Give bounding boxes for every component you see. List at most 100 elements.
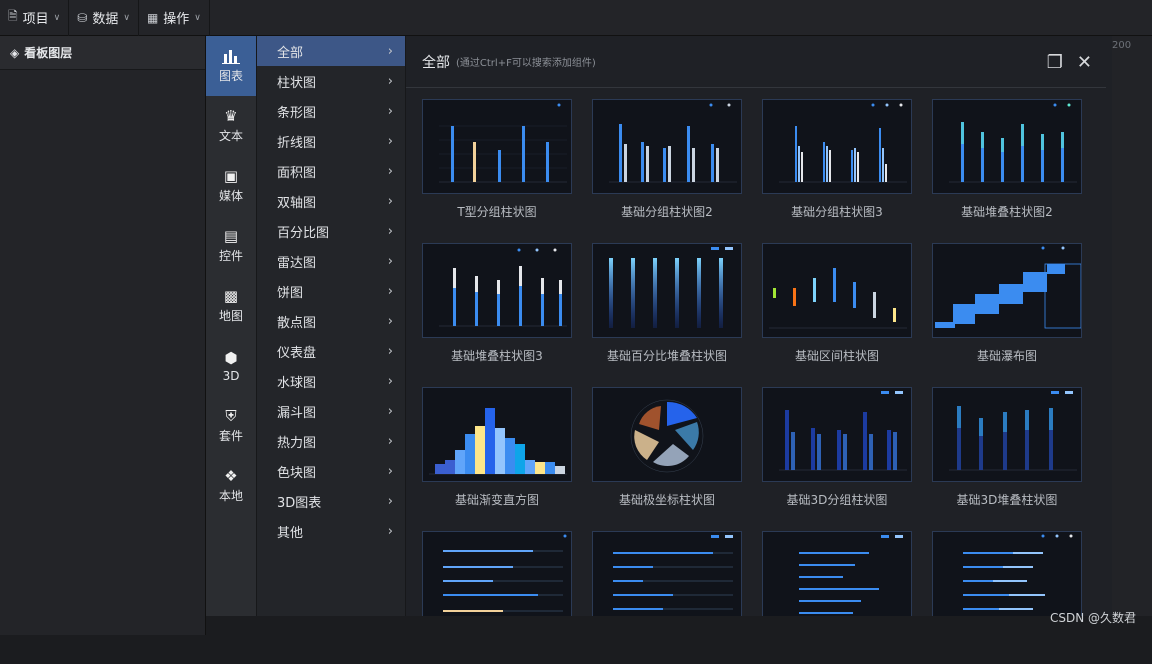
component-card[interactable]: 基础分组柱状图2 [592,99,742,232]
category-media[interactable]: ▣ 媒体 [206,156,256,216]
subcategory-bar[interactable]: 条形图 › [257,96,405,126]
bar-chart-icon [222,50,240,64]
chevron-right-icon: › [387,313,393,329]
category-suite[interactable]: ⛨ 套件 [206,396,256,456]
category-3d[interactable]: ⬢ 3D [206,336,256,396]
chevron-down-icon: ∨ [53,12,61,23]
chevron-down-icon: ∨ [123,12,130,23]
chart-thumbnail [592,531,742,626]
chevron-right-icon: › [387,133,393,149]
component-label: 基础极坐标柱状图 [618,493,715,507]
subcategory-color-block[interactable]: 色块图 › [257,456,405,486]
component-label: 基础瀑布图 [976,349,1037,363]
subcategory-funnel[interactable]: 漏斗图 › [257,396,405,426]
chart-thumbnail [422,531,572,626]
category-controls[interactable]: ▤ 控件 [206,216,256,276]
chart-thumbnail [592,243,742,338]
layers-header[interactable]: ◈ 看板图层 [0,36,205,70]
subcategory-line[interactable]: 折线图 › [257,126,405,156]
component-label: 基础3D分组柱状图 [786,493,888,507]
chart-thumbnail [422,243,572,338]
component-card[interactable]: 基础3D分组柱状图 [762,387,912,520]
component-label: 基础区间柱状图 [794,349,879,363]
menu-project[interactable]: 🗎 项目 ∨ [0,0,70,36]
chevron-right-icon: › [387,163,393,179]
component-label: 基础百分比堆叠柱状图 [606,349,727,363]
component-gallery-panel: 全部 (通过Ctrl+F可以搜索添加组件) ❐ ✕ T型分组柱状图 基础分组柱状… [406,36,1112,626]
chevron-right-icon: › [387,73,393,89]
component-card[interactable] [762,531,912,664]
subcategory-heatmap[interactable]: 热力图 › [257,426,405,456]
panel-title: 全部 [422,54,450,71]
menu-operation[interactable]: ▦ 操作 ∨ [139,0,210,36]
chevron-right-icon: › [387,103,393,119]
subcategory-scatter[interactable]: 散点图 › [257,306,405,336]
copy-icon[interactable]: ❐ [1047,52,1063,73]
ruler-label: 200 [1112,40,1132,51]
component-card[interactable]: 基础极坐标柱状图 [592,387,742,520]
subcategory-percent[interactable]: 百分比图 › [257,216,405,246]
chart-thumbnail [592,99,742,194]
chevron-down-icon: ∨ [194,12,201,23]
panel-hint: (通过Ctrl+F可以搜索添加组件) [456,58,596,69]
component-card[interactable]: 基础3D堆叠柱状图 [932,387,1082,520]
component-label: T型分组柱状图 [457,205,537,219]
layers-panel: ◈ 看板图层 [0,36,206,635]
chart-thumbnail [762,531,912,626]
component-card[interactable]: 基础堆叠柱状图3 [422,243,572,376]
category-local[interactable]: ❖ 本地 [206,456,256,516]
chevron-right-icon: › [387,493,393,509]
layers-icon: ◈ [10,45,20,60]
subcategory-area[interactable]: 面积图 › [257,156,405,186]
component-card[interactable] [592,531,742,664]
component-category-bar: 图表 ♛ 文本 ▣ 媒体 ▤ 控件 ▩ 地图 ⬢ 3D ⛨ 套件 ❖ 本地 [206,36,256,635]
component-card[interactable] [932,531,1082,664]
chevron-right-icon: › [387,463,393,479]
chevron-right-icon: › [387,223,393,239]
chart-thumbnail [932,243,1082,338]
subcategory-all[interactable]: 全部 › [257,36,405,66]
subcategory-column[interactable]: 柱状图 › [257,66,405,96]
close-icon[interactable]: ✕ [1077,52,1092,73]
component-label: 基础堆叠柱状图2 [961,205,1053,219]
component-card[interactable]: 基础堆叠柱状图2 [932,99,1082,232]
chart-thumbnail [762,243,912,338]
canvas-edge [1112,36,1152,635]
subcategory-radar[interactable]: 雷达图 › [257,246,405,276]
component-card[interactable]: 基础区间柱状图 [762,243,912,376]
panel-header: 全部 (通过Ctrl+F可以搜索添加组件) [406,36,1106,88]
component-card[interactable]: 基础百分比堆叠柱状图 [592,243,742,376]
watermark: CSDN @久数君 [1049,611,1136,625]
document-icon: 🗎 [8,9,18,23]
puzzle-icon: ❖ [224,467,238,485]
component-card[interactable]: 基础分组柱状图3 [762,99,912,232]
subcategory-dual-axis[interactable]: 双轴图 › [257,186,405,216]
subcategory-3d-chart[interactable]: 3D图表 › [257,486,405,516]
component-label: 基础渐变直方图 [454,493,539,507]
subcategory-other[interactable]: 其他 › [257,516,405,546]
component-card[interactable] [422,531,572,664]
chart-thumbnail [592,387,742,482]
category-chart[interactable]: 图表 [206,36,256,96]
category-map[interactable]: ▩ 地图 [206,276,256,336]
top-menu-bar: 🗎 项目 ∨ ⛁ 数据 ∨ ▦ 操作 ∨ [0,0,1152,36]
chart-thumbnail [932,99,1082,194]
subcategory-gauge[interactable]: 仪表盘 › [257,336,405,366]
component-label: 基础分组柱状图3 [791,205,883,219]
component-card[interactable]: 基础瀑布图 [932,243,1082,376]
chevron-right-icon: › [387,343,393,359]
subcategory-pie[interactable]: 饼图 › [257,276,405,306]
component-card[interactable]: T型分组柱状图 [422,99,572,232]
chart-thumbnail [422,99,572,194]
category-text[interactable]: ♛ 文本 [206,96,256,156]
media-icon: ▣ [223,167,239,185]
component-card[interactable]: 基础渐变直方图 [422,387,572,520]
chevron-right-icon: › [387,193,393,209]
grid-icon: ▦ [146,10,159,25]
chevron-right-icon: › [387,283,393,299]
controls-icon: ▤ [223,227,239,245]
component-label: 基础堆叠柱状图3 [451,349,543,363]
menu-data[interactable]: ⛁ 数据 ∨ [69,0,139,36]
subcategory-liquid[interactable]: 水球图 › [257,366,405,396]
chevron-right-icon: › [387,253,393,269]
